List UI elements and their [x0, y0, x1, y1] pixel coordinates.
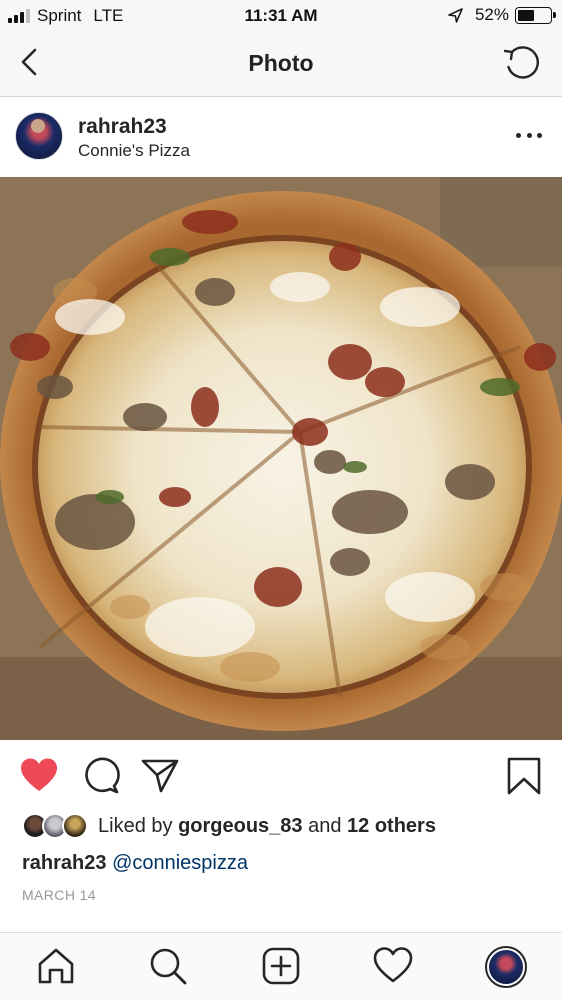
nav-bar: Photo: [0, 32, 562, 97]
battery-icon: [515, 6, 556, 24]
liked-by-text: Liked by gorgeous_83 and 12 others: [98, 815, 436, 838]
heart-filled-icon[interactable]: [19, 756, 59, 796]
action-bar: [0, 740, 562, 810]
post-header: rahrah23 Connie's Pizza: [0, 97, 562, 177]
tab-bar: [0, 932, 562, 1000]
others-likes-count[interactable]: 12 others: [347, 815, 436, 837]
activity-heart-icon[interactable]: [373, 946, 413, 986]
refresh-icon[interactable]: [502, 43, 542, 83]
post-location[interactable]: Connie's Pizza: [78, 141, 190, 161]
caption: rahrah23 @conniespizza: [22, 852, 248, 875]
liked-by-prefix: Liked by: [98, 814, 179, 837]
share-icon[interactable]: [140, 756, 180, 796]
top-liker-username[interactable]: gorgeous_83: [178, 815, 302, 837]
home-icon[interactable]: [36, 946, 76, 986]
liked-by-and: and: [302, 814, 348, 837]
post-photo[interactable]: [0, 177, 562, 740]
status-right: 52%: [448, 5, 556, 25]
profile-avatar-image: [489, 950, 523, 984]
liker-avatars[interactable]: [22, 812, 92, 840]
comment-icon[interactable]: [80, 756, 120, 796]
search-icon[interactable]: [148, 946, 188, 986]
post-username[interactable]: rahrah23: [78, 115, 167, 139]
caption-username[interactable]: rahrah23: [22, 852, 107, 874]
caption-mention[interactable]: @conniespizza: [112, 852, 248, 874]
pizza-photo: [0, 177, 562, 740]
battery-percent: 52%: [474, 5, 509, 24]
post-date: MARCH 14: [22, 887, 96, 903]
avatar[interactable]: [15, 112, 63, 160]
page-title: Photo: [248, 50, 314, 76]
bookmark-icon[interactable]: [504, 756, 544, 796]
likes-row: Liked by gorgeous_83 and 12 others: [22, 812, 436, 840]
new-post-icon[interactable]: [261, 946, 301, 986]
liker-avatar: [62, 813, 88, 839]
profile-tab-avatar[interactable]: [485, 946, 527, 988]
location-arrow-icon: [448, 7, 463, 23]
more-options-icon[interactable]: [516, 122, 542, 148]
status-bar: Sprint LTE 11:31 AM 52%: [0, 0, 562, 32]
